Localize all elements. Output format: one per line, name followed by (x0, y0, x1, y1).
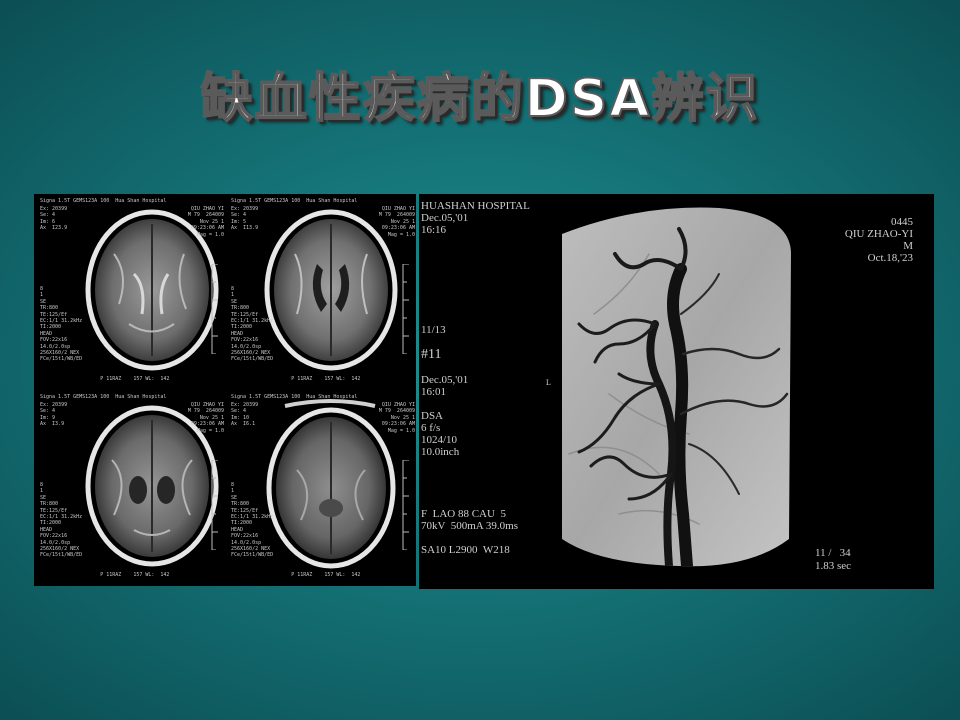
mri-params-right: QIU ZHAO YI M 79 264009 Nov 25 1 09:23:0… (187, 206, 224, 238)
mri-slice-3: Signa 1.5T GEMS123A 100 Hua Shan Hospita… (34, 390, 225, 586)
mri-sequence-params: 8 1 SE TR:800 TE:125/Ef EC:1/1 31.2kHz T… (231, 286, 274, 363)
dsa-series-number: #11 (421, 347, 442, 362)
dsa-elapsed-time: 1.83 sec (815, 560, 852, 572)
dsa-image-panel: HUASHAN HOSPITAL Dec.05,'01 16:16 0445 Q… (419, 194, 934, 589)
mri-scale-ruler (211, 460, 218, 550)
dsa-mode: DSA (421, 410, 444, 422)
dsa-frame-counter: 11 / 34 (815, 547, 851, 559)
dsa-orientation-marker: L (546, 378, 551, 387)
dsa-patient-birth: Oct.18,'23 (867, 252, 913, 264)
dsa-series-date: Dec.05,'01 (421, 374, 469, 386)
dsa-patient-id: 0445 (891, 216, 913, 228)
slide-title: 缺血性疾病的DSA辨识 (200, 68, 760, 130)
dsa-study-date: Dec.05,'01 (421, 212, 469, 224)
mri-params-right: QIU ZHAO YI M 79 264009 Nov 25 1 09:23:0… (378, 402, 415, 434)
mri-sequence-params: 8 1 SE TR:800 TE:125/Ef EC:1/1 31.2kHz T… (40, 286, 83, 363)
mri-image-panel: Signa 1.5T GEMS123A 100 Hua Shan Hospita… (34, 194, 416, 586)
mri-scale-ruler (402, 264, 409, 354)
mri-slice-4: Signa 1.5T GEMS123A 100 Hua Shan Hospita… (225, 390, 416, 586)
mri-header-text: Signa 1.5T GEMS123A 100 Hua Shan Hospita… (40, 198, 167, 204)
mri-header-text: Signa 1.5T GEMS123A 100 Hua Shan Hospita… (231, 198, 358, 204)
mri-header-text: Signa 1.5T GEMS123A 100 Hua Shan Hospita… (231, 394, 358, 400)
mri-params-left: Ex: 20399 Se: 4 Im: 9 Ax I3.9 (40, 402, 68, 428)
dsa-field-size: 10.0inch (421, 446, 460, 458)
mri-footer-text: P 11RAZ 157 WL: 142 (231, 572, 361, 578)
dsa-study-time: 16:16 (421, 224, 447, 236)
mri-header-text: Signa 1.5T GEMS123A 100 Hua Shan Hospita… (40, 394, 167, 400)
mri-params-right: QIU ZHAO YI M 79 264009 Nov 25 1 09:23:0… (378, 206, 415, 238)
dsa-series-time: 16:01 (421, 386, 447, 398)
dsa-patient-name: QIU ZHAO-YI (844, 228, 913, 240)
mri-params-left: Ex: 20399 Se: 4 Im: 5 Ax I13.9 (231, 206, 259, 232)
dsa-patient-sex: M (903, 240, 913, 252)
dsa-exposure: 70kV 500mA 39.0ms (421, 520, 518, 532)
mri-slice-1: Signa 1.5T GEMS123A 100 Hua Shan Hospita… (34, 194, 225, 390)
mri-params-left: Ex: 20399 Se: 4 Im: 6 Ax I23.9 (40, 206, 68, 232)
mri-slice-2: Signa 1.5T GEMS123A 100 Hua Shan Hospita… (225, 194, 416, 390)
mri-footer-text: P 11RAZ 157 WL: 142 (40, 572, 170, 578)
dsa-projection-angle: F LAO 88 CAU 5 (421, 508, 506, 520)
dsa-frame-rate: 6 f/s (421, 422, 441, 434)
dsa-series-ratio: 11/13 (421, 324, 446, 336)
mri-scale-ruler (211, 264, 218, 354)
dsa-hospital-label: HUASHAN HOSPITAL (421, 200, 530, 212)
mri-sequence-params: 8 1 SE TR:800 TE:125/Ef EC:1/1 31.2kHz T… (231, 482, 274, 559)
mri-footer-text: P 11RAZ 157 WL: 142 (40, 376, 170, 382)
mri-params-right: QIU ZHAO YI M 79 264009 Nov 25 1 09:23:0… (187, 402, 224, 434)
dsa-window-level: SA10 L2900 W218 (421, 544, 510, 556)
mri-params-left: Ex: 20399 Se: 4 Im: 10 Ax I6.1 (231, 402, 259, 428)
mri-scale-ruler (402, 460, 409, 550)
mri-sequence-params: 8 1 SE TR:800 TE:125/Ef EC:1/1 31.2kHz T… (40, 482, 83, 559)
dsa-matrix: 1024/10 (421, 434, 458, 446)
mri-footer-text: P 11RAZ 157 WL: 142 (231, 376, 361, 382)
